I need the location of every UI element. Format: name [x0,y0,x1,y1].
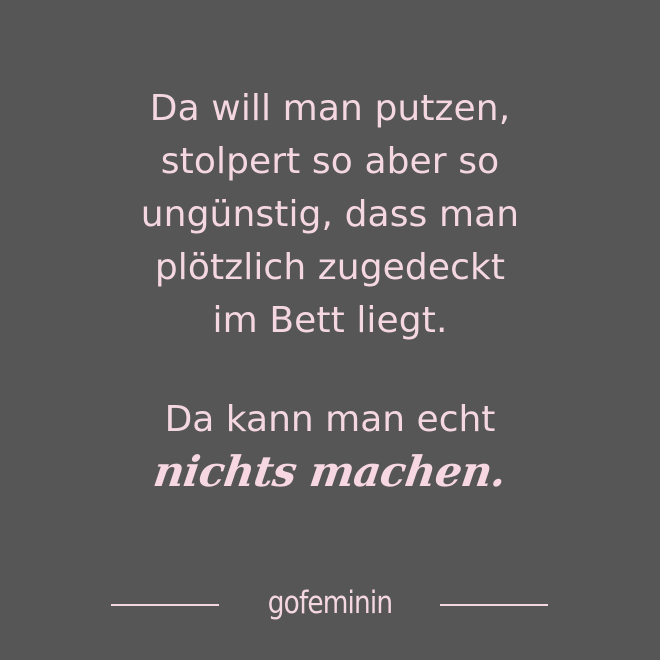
quote-line-5: im Bett liegt. [212,300,448,341]
left-divider [111,604,219,606]
quote-line-2: stolpert so aber so [160,141,500,182]
right-divider [440,604,548,606]
quote-line-1: Da will man putzen, [149,88,511,129]
emphasis-text: nichts machen. [150,447,510,496]
quote-text: Da will man putzen, stolpert so aber so … [0,82,660,347]
closing-text: Da kann man echt nichts machen. [0,393,660,500]
quote-card: Da will man putzen, stolpert so aber so … [0,0,660,660]
brand-footer: gofeminin [0,583,660,623]
emphasis-wrap: nichts machen. [0,444,660,500]
quote-line-3: ungünstig, dass man [140,194,520,235]
closing-line: Da kann man echt [164,399,496,440]
gofeminin-logo: gofeminin [267,585,393,621]
quote-line-4: plötzlich zugedeckt [154,247,506,288]
